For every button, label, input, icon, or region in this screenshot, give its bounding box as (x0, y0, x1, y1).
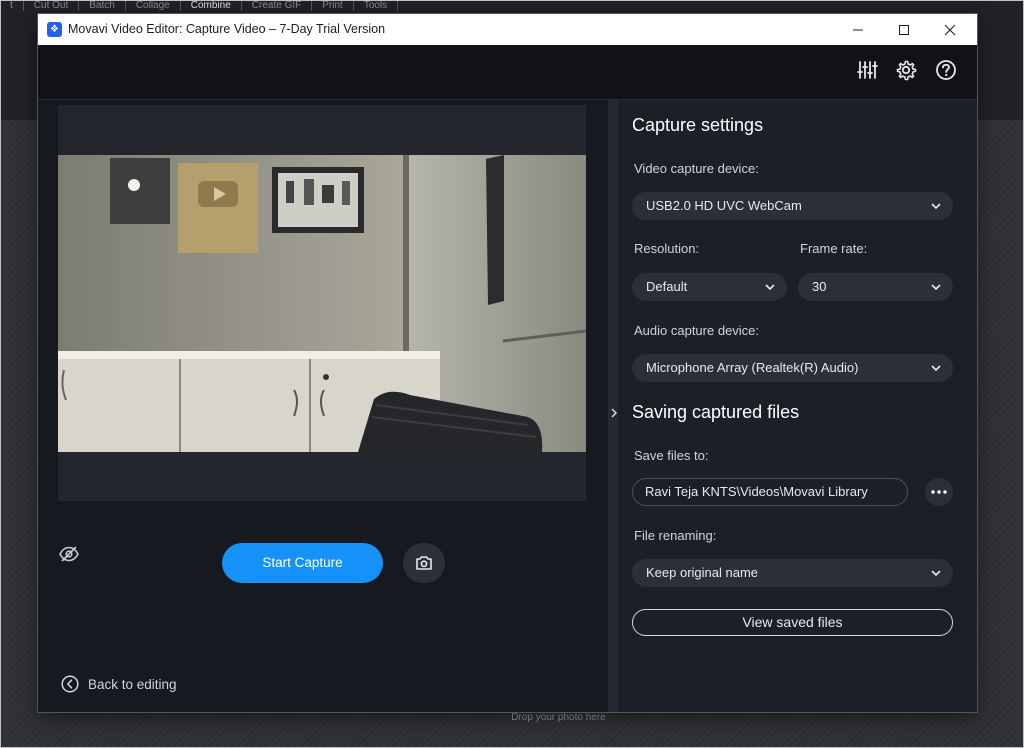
eye-off-icon (59, 546, 79, 562)
saving-files-title: Saving captured files (632, 402, 800, 422)
webcam-preview (58, 155, 586, 452)
preview-pane: Start Capture Back to editing (38, 100, 608, 712)
background-menu-item: Tools (354, 1, 399, 11)
background-menu-item: Create GIF (242, 1, 313, 11)
save-path-field[interactable]: Ravi Teja KNTS\Videos\Movavi Library (632, 478, 908, 506)
view-saved-files-button[interactable]: View saved files (632, 609, 953, 636)
frame-rate-value: 30 (812, 279, 827, 294)
camera-icon (416, 556, 432, 570)
video-device-value: USB2.0 HD UVC WebCam (646, 198, 802, 213)
help-button[interactable] (933, 57, 959, 83)
capture-settings-title: Capture settings (632, 115, 764, 135)
chevron-down-icon (765, 273, 775, 301)
audio-device-label: Audio capture device: (634, 323, 760, 338)
chevron-down-icon (931, 192, 941, 220)
help-icon (936, 60, 956, 80)
close-button[interactable] (927, 14, 973, 45)
background-menu-item: Batch (79, 1, 126, 11)
video-device-select[interactable]: USB2.0 HD UVC WebCam (632, 192, 953, 220)
snapshot-button[interactable] (403, 543, 445, 583)
drop-hint: Drop your photo here (511, 712, 606, 723)
title-bar: ❖ Movavi Video Editor: Capture Video – 7… (38, 14, 977, 45)
browse-folder-button[interactable] (925, 478, 953, 506)
file-renaming-label: File renaming: (634, 528, 717, 543)
arrow-left-circle-icon (61, 675, 79, 693)
resolution-select[interactable]: Default (632, 273, 787, 301)
chevron-down-icon (931, 273, 941, 301)
background-menu: t Cut Out Batch Collage Combine Create GIF Pri… (0, 0, 1024, 12)
frame-rate-label: Frame rate: (800, 241, 868, 256)
background-menu-item: t (0, 1, 24, 11)
background-menu-item: Print (312, 1, 354, 11)
minimize-button[interactable] (835, 14, 881, 45)
equalizer-button[interactable] (854, 57, 880, 83)
settings-pane: Capture settings Video capture device: U… (618, 100, 977, 712)
resolution-label: Resolution: (634, 241, 700, 256)
minimize-icon (853, 29, 863, 30)
chevron-right-icon (611, 408, 618, 418)
background-menu-item: Cut Out (24, 1, 80, 11)
window-title: Movavi Video Editor: Capture Video – 7-D… (68, 22, 386, 36)
preview-area (58, 105, 586, 501)
frame-rate-select[interactable]: 30 (798, 273, 953, 301)
background-menu-item: Combine (181, 1, 242, 11)
file-renaming-select[interactable]: Keep original name (632, 559, 953, 587)
back-to-editing-link[interactable]: Back to editing (61, 675, 177, 693)
audio-device-value: Microphone Array (Realtek(R) Audio) (646, 360, 859, 375)
file-renaming-value: Keep original name (646, 565, 759, 580)
start-capture-button[interactable]: Start Capture (222, 543, 383, 583)
audio-device-select[interactable]: Microphone Array (Realtek(R) Audio) (632, 354, 953, 382)
maximize-button[interactable] (881, 14, 927, 45)
more-horizontal-icon (931, 490, 947, 494)
back-to-editing-label: Back to editing (88, 676, 177, 692)
webcam-preview-image (58, 155, 586, 452)
hide-preview-button[interactable] (58, 545, 80, 568)
movavi-logo-icon: ❖ (47, 22, 62, 37)
gear-icon (896, 60, 917, 81)
top-toolbar (38, 45, 977, 100)
background-menu-item: Collage (126, 1, 181, 11)
collapse-panel-button[interactable] (610, 406, 618, 424)
capture-video-window: ❖ Movavi Video Editor: Capture Video – 7… (38, 14, 977, 712)
save-to-label: Save files to: (634, 448, 709, 463)
maximize-icon (899, 24, 909, 35)
settings-button[interactable] (893, 57, 919, 83)
equalizer-icon (857, 61, 878, 79)
video-device-label: Video capture device: (634, 161, 759, 176)
chevron-down-icon (931, 559, 941, 587)
resolution-value: Default (646, 279, 688, 294)
close-icon (944, 24, 956, 35)
chevron-down-icon (931, 354, 941, 382)
